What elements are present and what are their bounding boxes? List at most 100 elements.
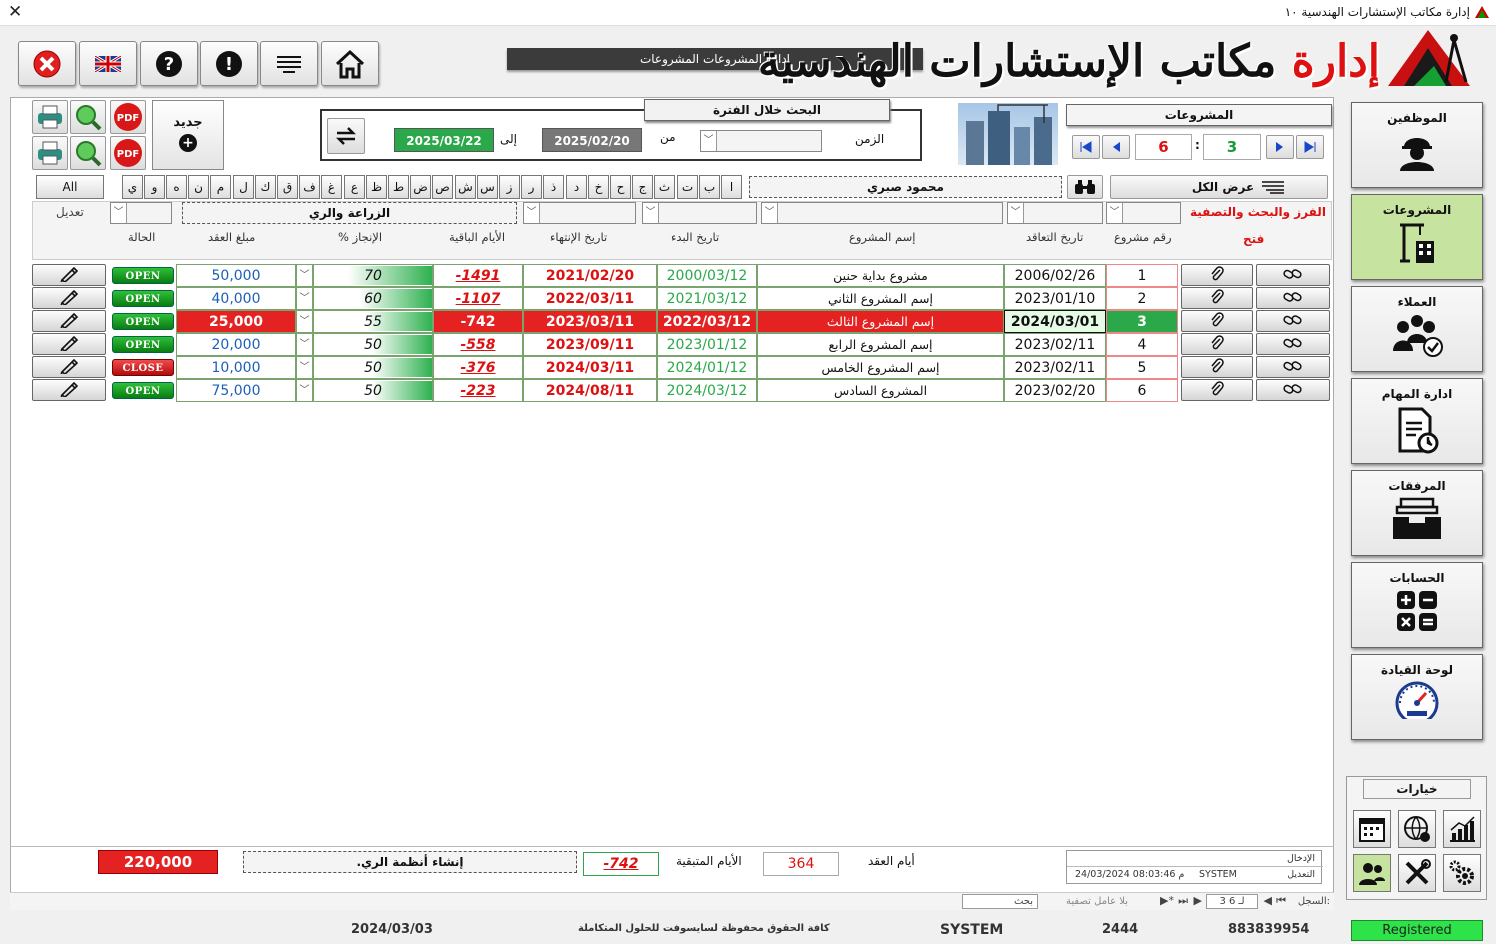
attachment-button[interactable] <box>1181 333 1253 355</box>
letter-button[interactable]: ظ <box>366 175 387 199</box>
sidebar-item-6[interactable]: لوحة القيادة <box>1351 654 1483 740</box>
letter-button[interactable]: س <box>477 175 498 199</box>
letter-button[interactable]: م <box>210 175 231 199</box>
letter-button[interactable]: ف <box>299 175 320 199</box>
contract-date-cell[interactable]: 2024/03/01 <box>1004 310 1106 333</box>
contract-date-cell[interactable]: 2023/02/11 <box>1004 333 1106 356</box>
category-field[interactable]: الزراعة والري <box>182 202 517 224</box>
start-date-filter[interactable]: ﹀ <box>642 202 757 224</box>
contract-date-cell[interactable]: 2023/02/11 <box>1004 356 1106 379</box>
sidebar-item-3[interactable]: ادارة المهام <box>1351 378 1483 464</box>
link-button[interactable] <box>1256 310 1330 332</box>
chevron-down-icon[interactable]: ﹀ <box>296 264 313 287</box>
attachment-button[interactable] <box>1181 310 1253 332</box>
search-name-field[interactable]: محمود صبري <box>749 176 1062 198</box>
preview-button-1[interactable] <box>70 100 106 134</box>
chevron-down-icon[interactable]: ﹀ <box>296 287 313 310</box>
letter-button[interactable]: خ <box>588 175 609 199</box>
edit-row-button[interactable] <box>32 333 106 355</box>
all-letters-button[interactable]: All <box>36 175 104 199</box>
status-badge[interactable]: OPEN <box>112 290 174 307</box>
prev-record-button[interactable] <box>1102 135 1130 159</box>
table-row[interactable]: OPEN 75,000 ﹀ 50 -223 2024/08/11 2024/03/12 الم… <box>32 379 1332 402</box>
letter-button[interactable]: ر <box>521 175 542 199</box>
time-select[interactable]: ﹀ <box>700 130 822 152</box>
window-close-icon[interactable]: ✕ <box>8 2 22 22</box>
table-row[interactable]: OPEN 40,000 ﹀ 60 -1107 2022/03/11 2021/03/12 إس… <box>32 287 1332 310</box>
letter-button[interactable]: ع <box>344 175 365 199</box>
letter-button[interactable]: ج <box>632 175 653 199</box>
binoculars-button[interactable] <box>1067 175 1103 199</box>
last-record-button[interactable] <box>1296 135 1324 159</box>
sidebar-item-2[interactable]: العملاء <box>1351 286 1483 372</box>
letter-button[interactable]: ص <box>432 175 453 199</box>
no-filter-label[interactable]: بلا عامل تصفية <box>1066 896 1128 907</box>
show-all-button[interactable]: عرض الكل <box>1110 175 1328 199</box>
status-badge[interactable]: OPEN <box>112 336 174 353</box>
status-badge[interactable]: CLOSE <box>112 359 174 376</box>
contract-date-cell[interactable]: 2023/02/20 <box>1004 379 1106 402</box>
table-row[interactable]: OPEN 20,000 ﹀ 50 -558 2023/09/11 2023/01/12 إسم… <box>32 333 1332 356</box>
project-no-filter[interactable]: ﹀ <box>1106 202 1181 224</box>
stats-button[interactable] <box>1443 810 1481 848</box>
chevron-down-icon[interactable]: ﹀ <box>296 333 313 356</box>
letter-button[interactable]: ش <box>455 175 476 199</box>
table-row[interactable]: OPEN 50,000 ﹀ 70 -1491 2021/02/20 2000/03/12 مش… <box>32 264 1332 287</box>
letter-button[interactable]: ذ <box>543 175 564 199</box>
edit-row-button[interactable] <box>32 310 106 332</box>
letter-button[interactable]: ك <box>255 175 276 199</box>
nav-search-input[interactable]: بحث <box>962 894 1038 909</box>
nav-prev-icon[interactable]: ◀ <box>1264 894 1272 907</box>
attachment-button[interactable] <box>1181 287 1253 309</box>
print-button-2[interactable] <box>32 136 68 170</box>
edit-row-button[interactable] <box>32 356 106 378</box>
chevron-down-icon[interactable]: ﹀ <box>296 379 313 402</box>
name-filter[interactable]: ﹀ <box>761 202 1003 224</box>
first-record-button[interactable] <box>1072 135 1100 159</box>
home-button[interactable] <box>321 41 379 86</box>
edit-row-button[interactable] <box>32 264 106 286</box>
link-button[interactable] <box>1256 356 1330 378</box>
settings-button[interactable] <box>1443 854 1481 892</box>
sidebar-item-0[interactable]: الموظفين <box>1351 102 1483 188</box>
help-button[interactable]: ? <box>140 41 198 86</box>
info-button[interactable]: ! <box>200 41 258 86</box>
link-button[interactable] <box>1256 379 1330 401</box>
letter-button[interactable]: و <box>144 175 165 199</box>
contract-date-filter[interactable]: ﹀ <box>1007 202 1103 224</box>
nav-last-icon[interactable]: ⏭ <box>1178 894 1188 908</box>
letter-button[interactable]: ل <box>233 175 254 199</box>
from-date-field[interactable]: 2025/02/20 <box>542 128 642 152</box>
letter-button[interactable]: ح <box>610 175 631 199</box>
letter-button[interactable]: ه <box>166 175 187 199</box>
table-row[interactable]: CLOSE 10,000 ﹀ 50 -376 2024/03/11 2024/01/12 إس… <box>32 356 1332 379</box>
users-button[interactable] <box>1353 854 1391 892</box>
letter-button[interactable]: ق <box>277 175 298 199</box>
calendar-button[interactable] <box>1353 810 1391 848</box>
letter-button[interactable]: ث <box>654 175 675 199</box>
nav-new-icon[interactable]: ▶* <box>1160 894 1174 907</box>
attachment-button[interactable] <box>1181 264 1253 286</box>
edit-row-button[interactable] <box>32 379 106 401</box>
attachment-button[interactable] <box>1181 356 1253 378</box>
pdf-button-1[interactable]: PDF <box>110 100 146 134</box>
letter-button[interactable]: ا <box>721 175 742 199</box>
sidebar-item-1[interactable]: المشروعات <box>1351 194 1483 280</box>
sidebar-item-4[interactable]: المرفقات <box>1351 470 1483 556</box>
refresh-button[interactable] <box>327 118 365 154</box>
sidebar-item-5[interactable]: الحسابات <box>1351 562 1483 648</box>
letter-button[interactable]: ب <box>699 175 720 199</box>
status-badge[interactable]: OPEN <box>112 267 174 284</box>
open-label[interactable]: فتح <box>1243 232 1264 246</box>
record-position[interactable]: 3 لـ 6 <box>1206 894 1258 909</box>
letter-button[interactable]: د <box>566 175 587 199</box>
new-record-button[interactable]: جديد + <box>152 100 224 170</box>
exit-button[interactable] <box>18 41 76 86</box>
preview-button-2[interactable] <box>70 136 106 170</box>
chevron-down-icon[interactable]: ﹀ <box>296 310 313 333</box>
letter-button[interactable]: ض <box>410 175 431 199</box>
letter-button[interactable]: ز <box>499 175 520 199</box>
edit-row-button[interactable] <box>32 287 106 309</box>
nav-first-icon[interactable]: ⏮ <box>1276 894 1286 908</box>
status-badge[interactable]: OPEN <box>112 313 174 330</box>
